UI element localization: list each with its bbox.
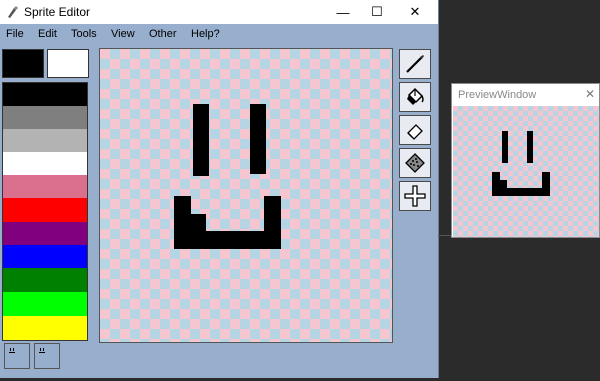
preview-pixel-right-eye — [527, 131, 533, 163]
pixel-mouth-corner — [191, 214, 206, 231]
menu-edit[interactable]: Edit — [38, 28, 57, 40]
foreground-color-swatch[interactable] — [2, 49, 44, 78]
pixel-left-eye — [193, 104, 209, 176]
menu-file[interactable]: File — [6, 28, 24, 40]
frame-1-preview-icon — [9, 348, 15, 353]
pixel-mouth-bottom — [174, 231, 281, 249]
frame-2-preview-icon — [39, 348, 45, 353]
palette-swatch-black[interactable] — [3, 83, 87, 106]
eraser-tool-button[interactable] — [399, 115, 431, 145]
palette-swatch-pink[interactable] — [3, 175, 87, 198]
spray-icon — [405, 153, 425, 173]
brush-tool-button[interactable] — [399, 49, 431, 79]
app-icon — [8, 6, 18, 18]
spray-tool-button[interactable] — [399, 148, 431, 178]
palette-swatch-blue[interactable] — [3, 245, 87, 268]
preview-window: PreviewWindow ✕ — [451, 83, 600, 238]
preview-close-button[interactable]: ✕ — [585, 87, 595, 101]
pixel-right-eye — [250, 104, 266, 174]
palette-swatch-lime[interactable] — [3, 292, 87, 316]
drawing-canvas[interactable] — [99, 48, 393, 343]
bucket-fill-icon — [407, 87, 424, 105]
fill-tool-button[interactable] — [399, 82, 431, 112]
maximize-button[interactable]: ☐ — [360, 0, 394, 24]
move-tool-button[interactable] — [399, 181, 431, 211]
title-bar[interactable]: Sprite Editor — ☐ ✕ — [0, 0, 438, 24]
move-crosshair-icon — [404, 185, 426, 207]
transparency-checkerboard — [100, 49, 392, 342]
preview-pixel-left-eye — [502, 131, 508, 163]
background-color-swatch[interactable] — [47, 49, 89, 78]
palette-swatch-red[interactable] — [3, 198, 87, 222]
preview-window-title: PreviewWindow — [458, 89, 537, 101]
close-button[interactable]: ✕ — [398, 0, 432, 24]
preview-canvas — [453, 106, 599, 237]
palette-swatch-yellow[interactable] — [3, 316, 87, 340]
menu-other[interactable]: Other — [149, 28, 177, 40]
preview-pixel-mouth-bottom — [492, 188, 550, 196]
frame-thumbnail-2[interactable] — [34, 343, 60, 369]
palette-swatch-gray[interactable] — [3, 106, 87, 129]
menu-help[interactable]: Help? — [191, 28, 220, 40]
menu-bar: File Edit Tools View Other Help? — [0, 24, 438, 45]
palette-swatch-purple[interactable] — [3, 222, 87, 245]
menu-view[interactable]: View — [111, 28, 135, 40]
palette-swatch-white[interactable] — [3, 152, 87, 175]
color-palette — [2, 82, 88, 341]
palette-swatch-light-gray[interactable] — [3, 129, 87, 152]
preview-pixel-mouth-corner — [500, 180, 507, 188]
sprite-editor-window: Sprite Editor — ☐ ✕ File Edit Tools View… — [0, 0, 439, 378]
frame-thumbnail-1[interactable] — [4, 343, 30, 369]
palette-swatch-green[interactable] — [3, 268, 87, 292]
eraser-icon — [407, 124, 423, 140]
window-title: Sprite Editor — [24, 5, 91, 19]
brush-icon — [406, 55, 424, 73]
menu-tools[interactable]: Tools — [71, 28, 97, 40]
minimize-button[interactable]: — — [326, 0, 360, 24]
